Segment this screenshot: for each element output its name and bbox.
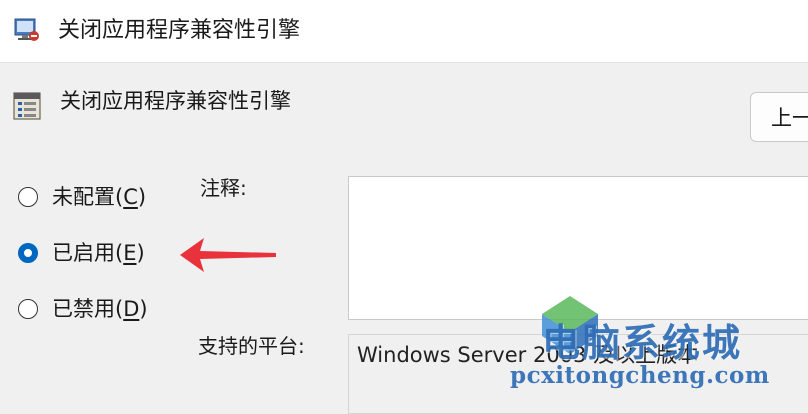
title-bar: 关闭应用程序兼容性引擎 [0,0,808,63]
red-arrow-annotation-icon [180,238,276,272]
comment-label: 注释: [200,176,247,200]
radio-label-enabled: 已启用(E) [52,241,145,265]
radio-label-disabled: 已禁用(D) [52,297,148,321]
setting-title: 关闭应用程序兼容性引擎 [60,89,291,113]
radio-disabled[interactable]: 已禁用(D) [18,293,148,325]
radio-button[interactable] [18,187,38,207]
radio-not-configured[interactable]: 未配置(C) [18,181,146,213]
setting-icon [13,92,41,120]
radio-enabled[interactable]: 已启用(E) [18,237,145,269]
supported-platforms-label: 支持的平台: [198,334,305,358]
radio-button[interactable] [18,299,38,319]
radio-button-selected[interactable] [18,243,38,263]
supported-platforms-value: Windows Server 2003 及以上版本 [348,334,808,414]
policy-editor-app-icon [14,18,39,41]
previous-setting-button[interactable]: 上一 [750,92,808,142]
comment-field[interactable] [348,176,808,320]
window-title: 关闭应用程序兼容性引擎 [58,18,301,43]
radio-label-not-configured: 未配置(C) [52,185,147,209]
